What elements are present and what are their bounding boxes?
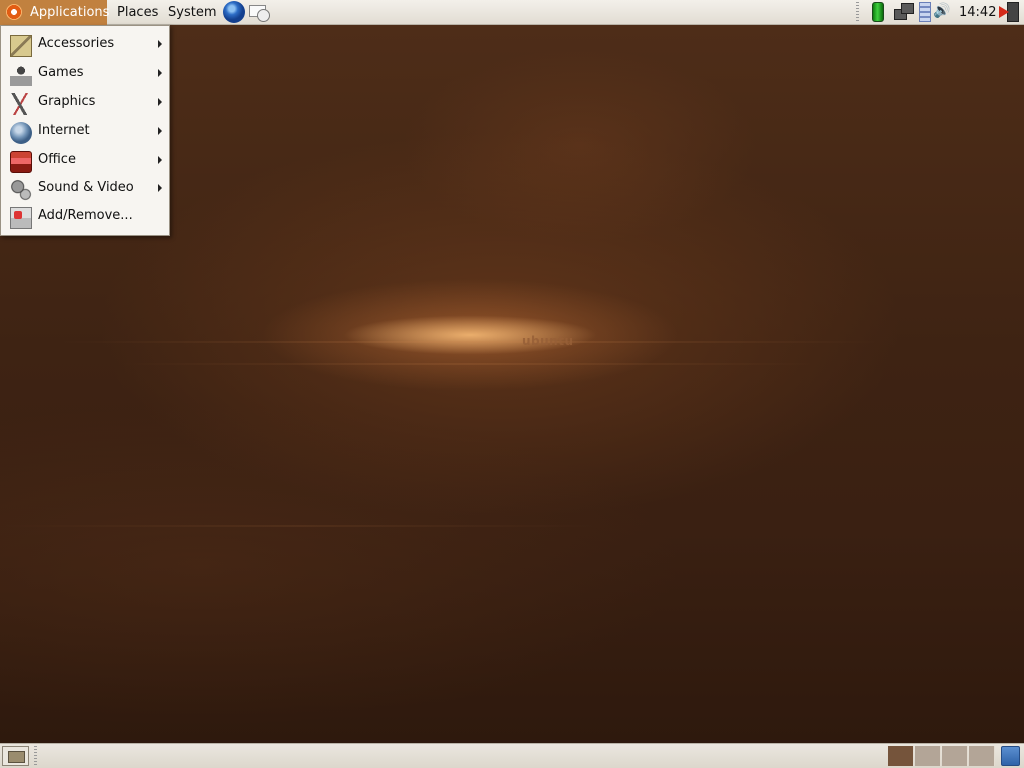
workspace-2[interactable] bbox=[915, 746, 941, 766]
submenu-arrow-icon bbox=[158, 156, 162, 164]
logout-icon[interactable] bbox=[999, 2, 1021, 22]
menu-item-label: Internet bbox=[38, 123, 90, 138]
show-desktop-icon bbox=[8, 751, 25, 763]
battery-icon[interactable] bbox=[872, 2, 884, 22]
top-panel: Applications Places System 🔊 14:42 bbox=[0, 0, 1024, 25]
volume-icon[interactable]: 🔊 bbox=[933, 3, 950, 19]
menu-item-accessories[interactable]: Accessories bbox=[1, 30, 169, 59]
show-desktop-button[interactable] bbox=[2, 746, 29, 766]
panel-grip bbox=[856, 2, 859, 22]
update-notifier-icon[interactable] bbox=[919, 2, 931, 22]
sound-video-icon bbox=[10, 179, 32, 201]
applications-menu-label: Applications bbox=[30, 5, 110, 20]
network-screen-front bbox=[901, 3, 914, 14]
accessories-icon bbox=[10, 35, 32, 57]
submenu-arrow-icon bbox=[158, 127, 162, 135]
games-icon bbox=[10, 64, 32, 86]
workspace-3[interactable] bbox=[942, 746, 968, 766]
places-menu-button[interactable]: Places bbox=[112, 0, 163, 25]
workspace-1[interactable] bbox=[888, 746, 914, 766]
menu-item-sound-video[interactable]: Sound & Video bbox=[1, 174, 169, 203]
applications-menu: Accessories Games Graphics Internet Offi… bbox=[0, 25, 170, 236]
submenu-arrow-icon bbox=[158, 98, 162, 106]
internet-icon bbox=[10, 122, 32, 144]
menu-item-add-remove[interactable]: Add/Remove... bbox=[1, 202, 169, 231]
menu-item-label: Games bbox=[38, 65, 84, 80]
trash-icon[interactable] bbox=[1001, 746, 1020, 766]
evolution-icon[interactable] bbox=[249, 2, 271, 24]
logout-arrow-shape bbox=[999, 6, 1009, 18]
wallpaper-ubuntu-logo: ubuntu bbox=[522, 334, 574, 348]
menu-item-graphics[interactable]: Graphics bbox=[1, 88, 169, 117]
submenu-arrow-icon bbox=[158, 40, 162, 48]
workspace-4[interactable] bbox=[969, 746, 995, 766]
applications-menu-button[interactable]: Applications bbox=[0, 0, 110, 25]
menu-item-games[interactable]: Games bbox=[1, 59, 169, 88]
evolution-clock-shape bbox=[257, 9, 270, 22]
bottom-panel bbox=[0, 743, 1024, 768]
clock[interactable]: 14:42 bbox=[959, 0, 996, 25]
system-menu-button[interactable]: System bbox=[163, 0, 221, 25]
wallpaper-streak bbox=[60, 341, 880, 343]
submenu-arrow-icon bbox=[158, 184, 162, 192]
wallpaper-streak bbox=[120, 363, 820, 365]
wallpaper-streak bbox=[0, 525, 600, 527]
menu-item-label: Graphics bbox=[38, 94, 96, 109]
ubuntu-logo-icon bbox=[6, 4, 22, 20]
menu-item-internet[interactable]: Internet bbox=[1, 117, 169, 146]
add-remove-icon bbox=[10, 207, 32, 229]
menu-item-label: Office bbox=[38, 152, 76, 167]
menu-item-label: Sound & Video bbox=[38, 180, 134, 195]
network-icon[interactable] bbox=[894, 2, 914, 22]
submenu-arrow-icon bbox=[158, 69, 162, 77]
firefox-icon[interactable] bbox=[223, 1, 245, 23]
menu-item-office[interactable]: Office bbox=[1, 146, 169, 175]
graphics-icon bbox=[10, 93, 32, 115]
office-icon bbox=[10, 151, 32, 173]
menu-item-label: Add/Remove... bbox=[38, 208, 133, 223]
panel-grip bbox=[34, 746, 37, 766]
menu-item-label: Accessories bbox=[38, 36, 115, 51]
